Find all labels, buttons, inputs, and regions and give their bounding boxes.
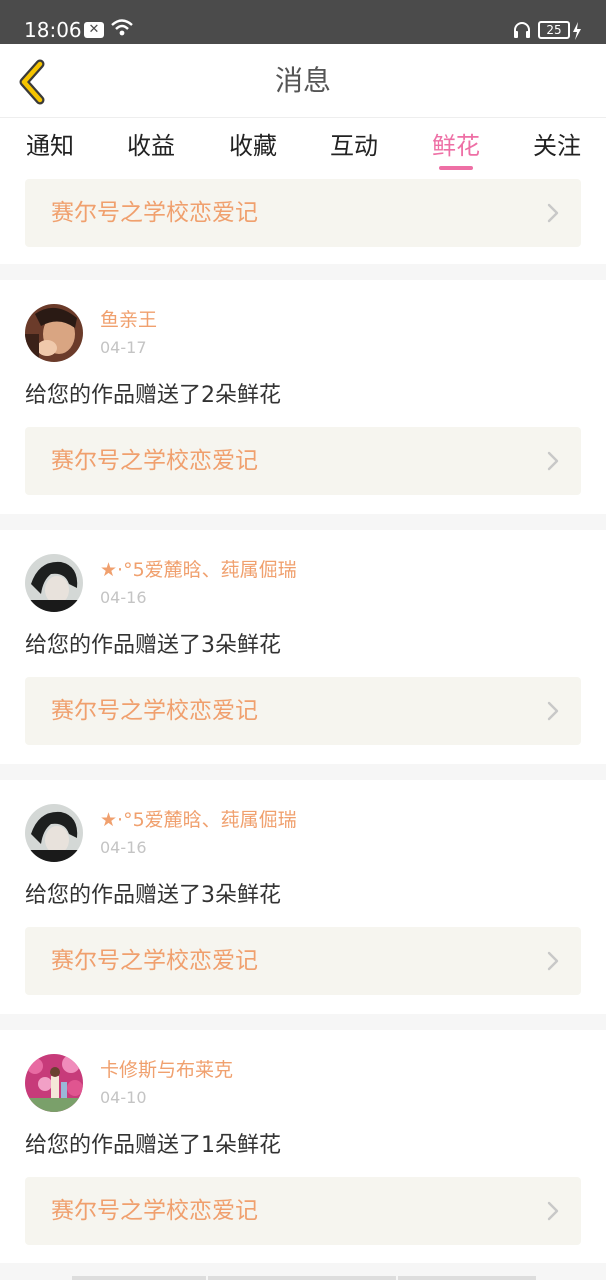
work-title: 赛尔号之学校恋爱记 (51, 200, 258, 226)
avatar[interactable] (25, 554, 83, 612)
bottom-bar-segment (72, 1276, 206, 1280)
work-link-card[interactable]: 赛尔号之学校恋爱记 (25, 179, 581, 247)
message-text: 给您的作品赠送了3朵鲜花 (25, 633, 281, 658)
list-item: 卡修斯与布莱克 04-10 给您的作品赠送了1朵鲜花 赛尔号之学校恋爱记 (0, 1030, 606, 1263)
date: 04-16 (100, 838, 147, 857)
work-title: 赛尔号之学校恋爱记 (51, 948, 258, 974)
tab-bar: 通知 收益 收藏 互动 鲜花 关注 (0, 119, 606, 177)
avatar[interactable] (25, 804, 83, 862)
chevron-right-icon (547, 1201, 559, 1221)
date: 04-16 (100, 588, 147, 607)
list-item: ★·°5爱麓晗、莼属倔瑞 04-16 给您的作品赠送了3朵鲜花 赛尔号之学校恋爱… (0, 530, 606, 763)
status-bar: 18:06 ✕ 25 (0, 0, 606, 44)
username[interactable]: 卡修斯与布莱克 (100, 1058, 233, 1082)
wifi-icon (111, 19, 133, 36)
tab-flowers[interactable]: 鲜花 (406, 131, 506, 161)
username[interactable]: ★·°5爱麓晗、莼属倔瑞 (100, 558, 297, 582)
tab-favorites[interactable]: 收藏 (203, 131, 303, 161)
charging-icon (573, 22, 581, 40)
avatar[interactable] (25, 304, 83, 362)
bottom-bar-segment (208, 1276, 396, 1280)
message-text: 给您的作品赠送了3朵鲜花 (25, 883, 281, 908)
active-tab-indicator (439, 166, 473, 170)
work-title: 赛尔号之学校恋爱记 (51, 448, 258, 474)
tab-follow[interactable]: 关注 (507, 131, 606, 161)
work-link-card[interactable]: 赛尔号之学校恋爱记 (25, 1177, 581, 1245)
message-text: 给您的作品赠送了2朵鲜花 (25, 383, 281, 408)
tab-notice[interactable]: 通知 (0, 131, 100, 161)
message-text: 给您的作品赠送了1朵鲜花 (25, 1133, 281, 1158)
divider (0, 264, 606, 280)
battery-icon: 25 (538, 21, 570, 39)
username[interactable]: 鱼亲王 (100, 308, 157, 332)
date: 04-10 (100, 1088, 147, 1107)
status-time: 18:06 (24, 18, 82, 42)
username[interactable]: ★·°5爱麓晗、莼属倔瑞 (100, 808, 297, 832)
work-link-card[interactable]: 赛尔号之学校恋爱记 (25, 427, 581, 495)
header: 消息 (0, 44, 606, 118)
avatar[interactable] (25, 1054, 83, 1112)
divider (0, 764, 606, 780)
tab-interaction[interactable]: 互动 (304, 131, 404, 161)
work-title: 赛尔号之学校恋爱记 (51, 698, 258, 724)
chevron-right-icon (547, 701, 559, 721)
headset-icon (514, 22, 530, 38)
date: 04-17 (100, 338, 147, 357)
page-title: 消息 (274, 64, 331, 97)
work-link-card[interactable]: 赛尔号之学校恋爱记 (25, 927, 581, 995)
work-link-card[interactable]: 赛尔号之学校恋爱记 (25, 677, 581, 745)
notification-icon: ✕ (84, 22, 104, 38)
list-item: ★·°5爱麓晗、莼属倔瑞 04-16 给您的作品赠送了3朵鲜花 赛尔号之学校恋爱… (0, 780, 606, 1013)
divider (0, 514, 606, 530)
work-title: 赛尔号之学校恋爱记 (51, 1198, 258, 1224)
list-item: 鱼亲王 04-17 给您的作品赠送了2朵鲜花 赛尔号之学校恋爱记 (0, 280, 606, 513)
battery-level: 25 (546, 23, 562, 37)
bottom-bar-segment (398, 1276, 536, 1280)
divider (0, 1014, 606, 1030)
chevron-right-icon (547, 951, 559, 971)
tab-earnings[interactable]: 收益 (101, 131, 201, 161)
chevron-right-icon (547, 203, 559, 223)
chevron-right-icon (547, 451, 559, 471)
